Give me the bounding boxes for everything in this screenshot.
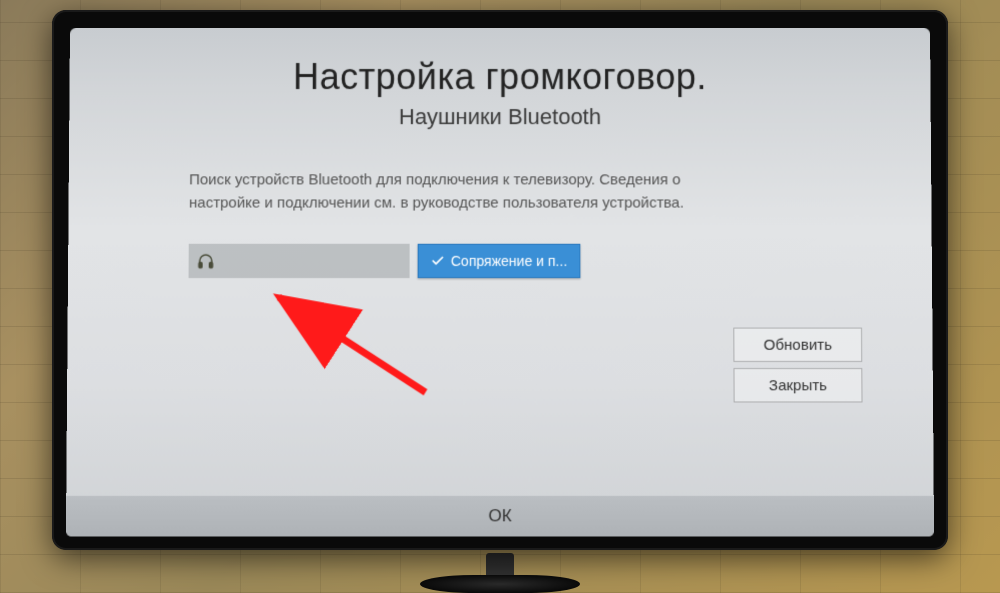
pair-button[interactable]: Сопряжение и п...: [418, 243, 581, 277]
page-title: Настройка громкоговор.: [120, 56, 881, 98]
pair-button-label: Сопряжение и п...: [451, 252, 568, 268]
ok-button[interactable]: ОК: [458, 500, 542, 533]
device-list-row: Сопряжение и п...: [189, 243, 882, 277]
tv-frame: Настройка громкоговор. Наушники Bluetoot…: [52, 10, 948, 550]
description-text: Поиск устройств Bluetooth для подключени…: [189, 168, 751, 215]
side-buttons: Обновить Закрыть: [733, 328, 862, 403]
ok-bar: ОК: [66, 496, 934, 537]
device-item[interactable]: [189, 243, 410, 277]
refresh-button[interactable]: Обновить: [733, 328, 862, 362]
tv-screen: Настройка громкоговор. Наушники Bluetoot…: [66, 28, 934, 537]
check-icon: [431, 253, 445, 267]
headphones-icon: [197, 251, 215, 269]
tv-stand: [420, 553, 580, 593]
close-button[interactable]: Закрыть: [733, 368, 862, 402]
page-subtitle: Наушники Bluetooth: [119, 104, 880, 130]
annotation-arrow-icon: [264, 287, 445, 408]
header: Настройка громкоговор. Наушники Bluetoot…: [119, 56, 880, 130]
